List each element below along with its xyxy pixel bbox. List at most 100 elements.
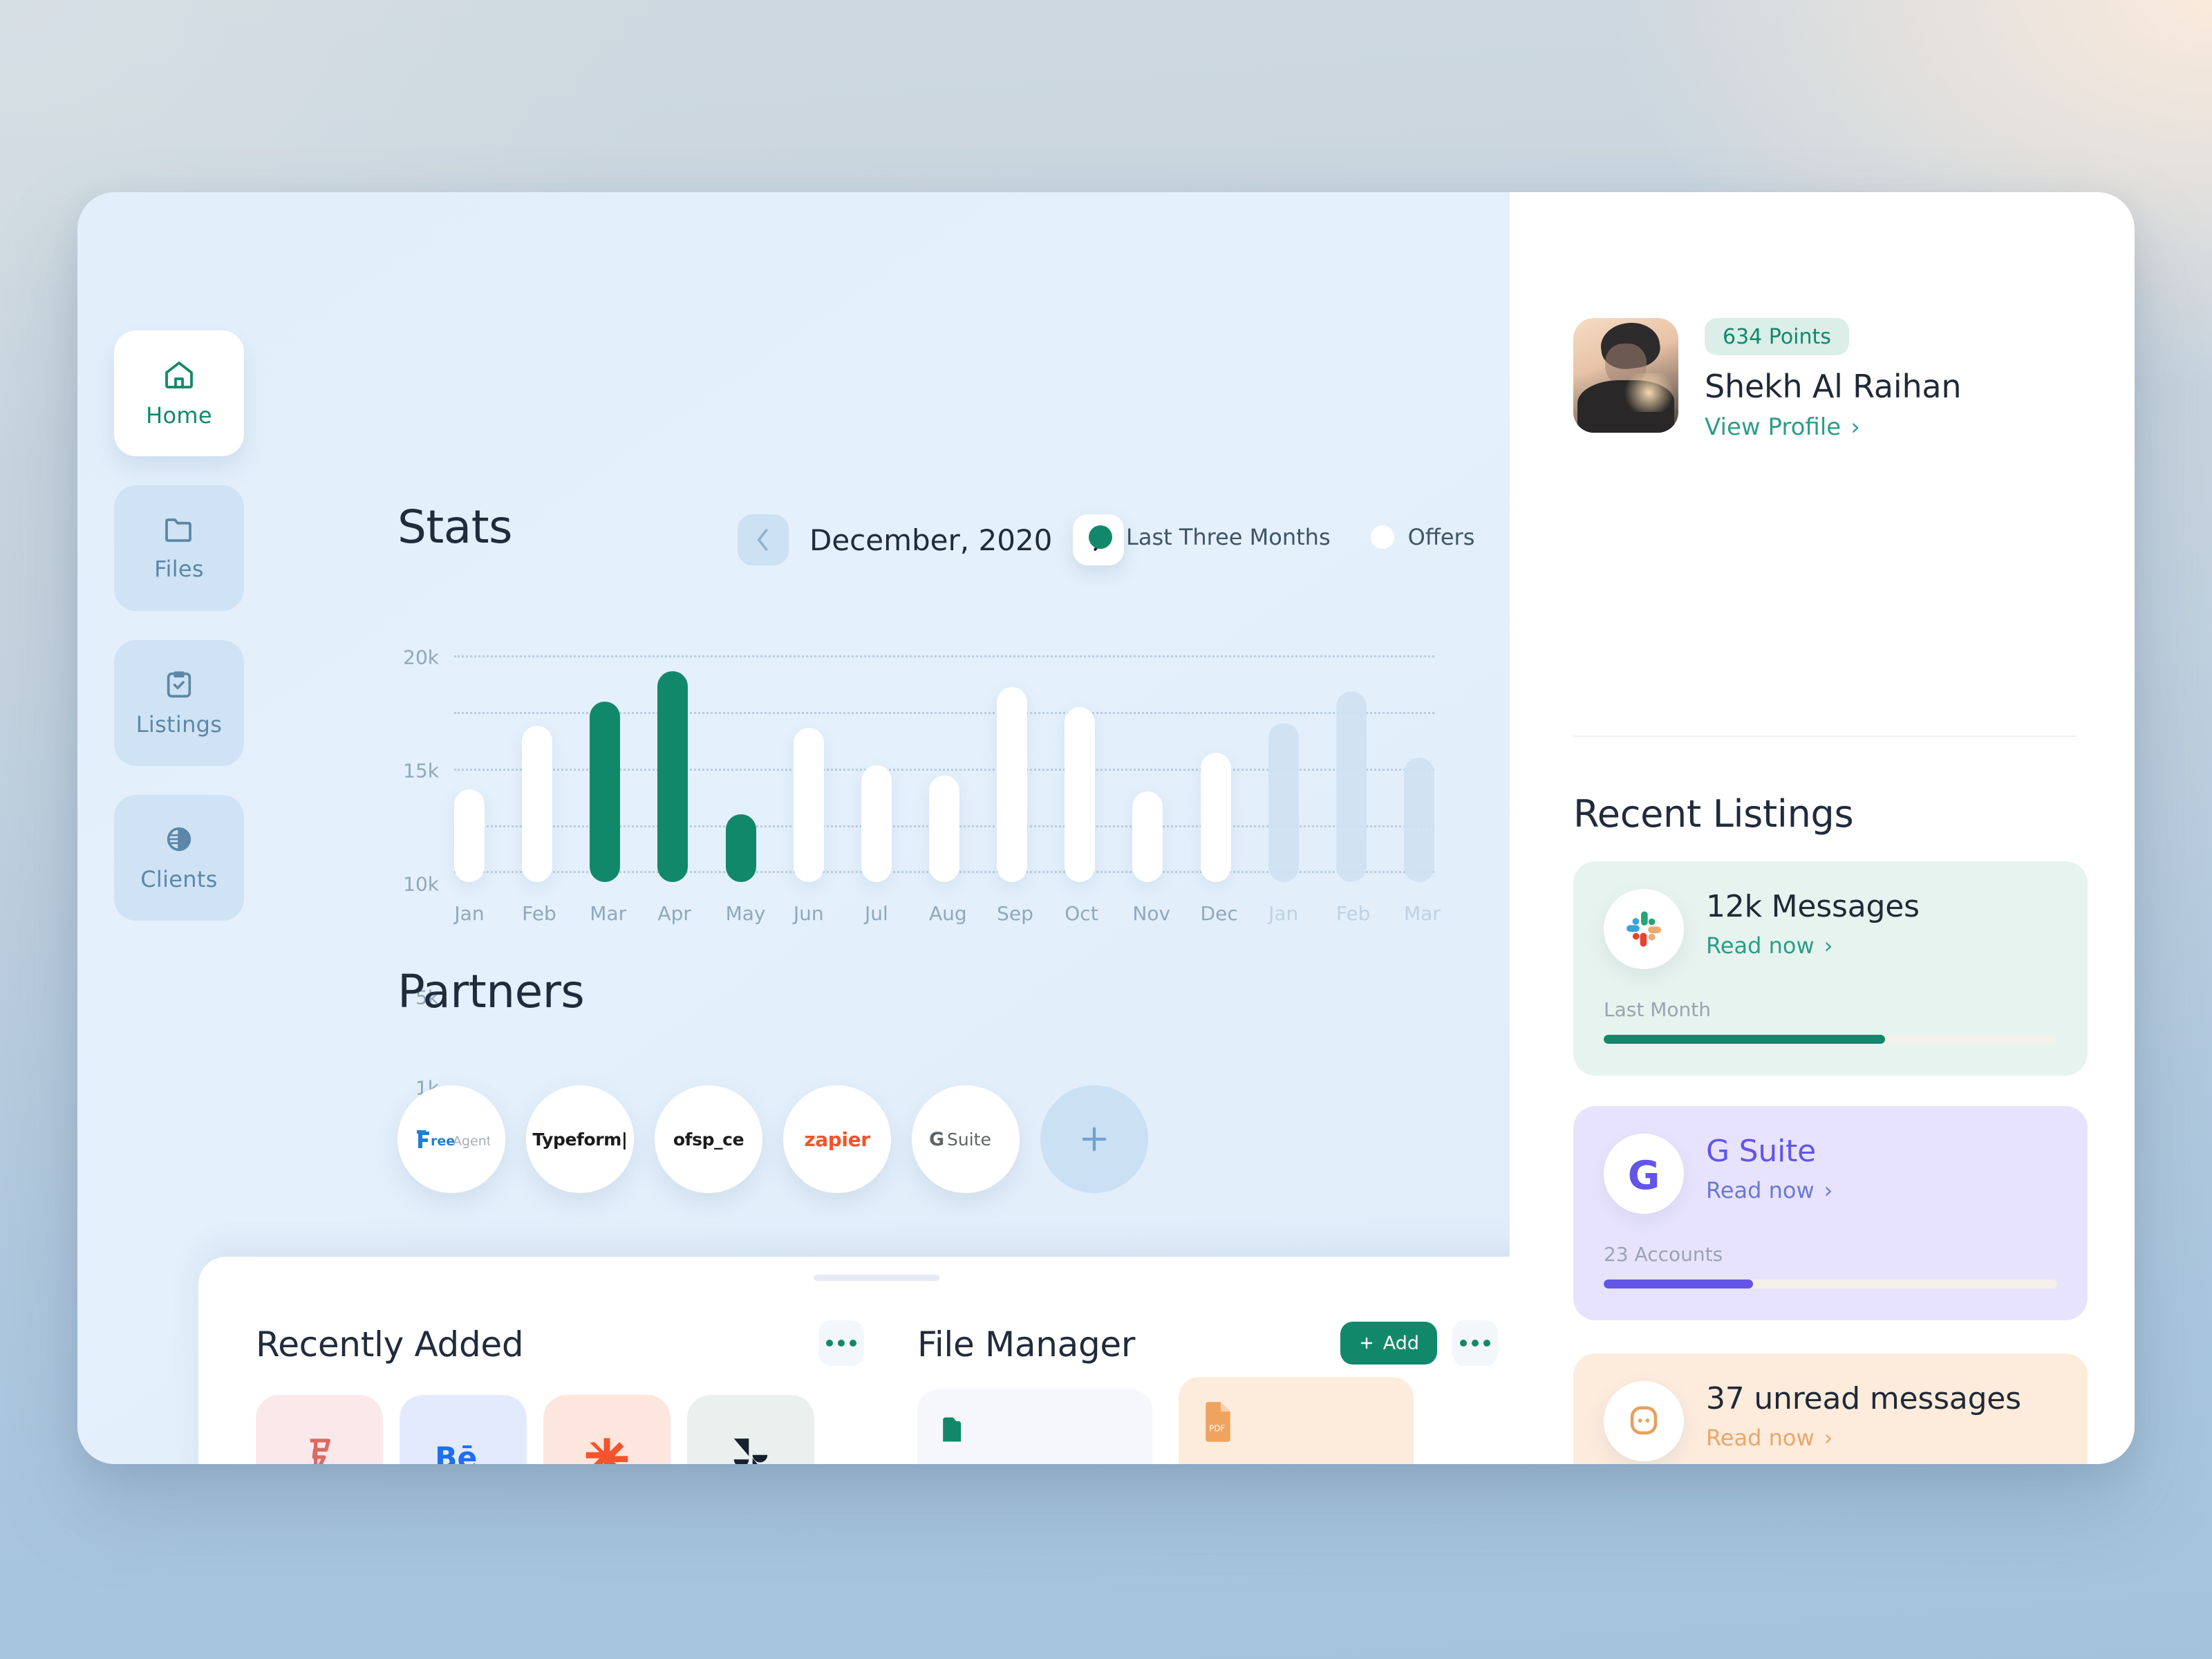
chart-y-tick-label: 15k bbox=[403, 759, 439, 782]
partner-ofspace[interactable]: ofsp_ce bbox=[655, 1085, 762, 1193]
chart-bar[interactable] bbox=[1065, 707, 1096, 882]
chart-bar[interactable] bbox=[997, 686, 1028, 882]
legend-item-offers[interactable]: Offers bbox=[1370, 524, 1474, 550]
chart-bar[interactable] bbox=[928, 775, 959, 882]
asterisk-icon bbox=[585, 1438, 628, 1464]
section-divider bbox=[1573, 735, 2077, 737]
chart-bar[interactable] bbox=[1335, 691, 1367, 882]
listing-icon-badge bbox=[1604, 1381, 1684, 1461]
chart-bar-column[interactable] bbox=[725, 814, 756, 882]
listing-read-now-link[interactable]: Read now › bbox=[1706, 1425, 2021, 1451]
chart-bar-column[interactable] bbox=[793, 727, 824, 882]
listing-link-label: Read now bbox=[1706, 1425, 1815, 1451]
listing-title: 37 unread messages bbox=[1706, 1381, 2021, 1416]
sidebar-item-clients[interactable]: Clients bbox=[114, 795, 244, 921]
add-partner-button[interactable] bbox=[1040, 1085, 1148, 1193]
listing-icon-badge: G bbox=[1604, 1134, 1684, 1214]
listing-read-now-link[interactable]: Read now › bbox=[1706, 932, 1920, 959]
recent-listing-card[interactable]: 37 unread messages Read now › Read now bbox=[1573, 1353, 2088, 1464]
sidebar-item-listings[interactable]: Listings bbox=[114, 640, 244, 766]
listing-progress-fill bbox=[1604, 1280, 1754, 1288]
prev-month-button[interactable] bbox=[738, 514, 789, 565]
listing-text: 12k Messages Read now › bbox=[1706, 889, 1920, 959]
stats-header: Stats December, 2020 Last Three Months O… bbox=[397, 500, 1474, 575]
recently-added-tile[interactable] bbox=[543, 1395, 671, 1464]
chart-y-tick-label: 20k bbox=[403, 646, 439, 669]
profile-name: Shekh Al Raihan bbox=[1705, 368, 1962, 405]
more-dot-icon bbox=[1472, 1340, 1479, 1347]
partner-freeagent[interactable]: ree Agent bbox=[397, 1085, 505, 1193]
chart-bar[interactable] bbox=[590, 702, 621, 882]
chart-bar[interactable] bbox=[1268, 723, 1299, 882]
recent-listing-card[interactable]: G G Suite Read now › 23 Accounts bbox=[1573, 1106, 2088, 1320]
chart-bar-column[interactable] bbox=[1200, 753, 1231, 882]
chart-bar-column[interactable] bbox=[1403, 757, 1434, 882]
chart-bar-column[interactable] bbox=[1335, 691, 1367, 882]
chart-bar[interactable] bbox=[1200, 753, 1231, 882]
file-manager-more-button[interactable] bbox=[1452, 1320, 1498, 1366]
partner-typeform[interactable]: Typeform| bbox=[526, 1085, 634, 1193]
sidebar-item-home[interactable]: Home bbox=[114, 330, 244, 456]
chart-bar[interactable] bbox=[1403, 757, 1434, 882]
legend-item-last-three-months[interactable]: Last Three Months bbox=[1089, 524, 1331, 550]
chart-bar[interactable] bbox=[454, 789, 485, 882]
file-manager-header: File Manager Add bbox=[917, 1320, 1498, 1369]
chart-bar[interactable] bbox=[861, 765, 892, 882]
sidebar-item-label: Clients bbox=[140, 866, 218, 892]
legend-dot-icon bbox=[1370, 525, 1394, 549]
add-file-label: Add bbox=[1382, 1332, 1419, 1354]
chart-bar-column[interactable] bbox=[928, 775, 959, 882]
google-g-icon: G bbox=[1628, 1153, 1660, 1195]
plus-icon bbox=[1082, 1127, 1107, 1152]
chart-bar-column[interactable] bbox=[657, 671, 688, 882]
chart-y-tick-label: 10k bbox=[403, 872, 439, 896]
chart-bar-column[interactable] bbox=[454, 789, 485, 882]
recently-added-tile[interactable] bbox=[256, 1395, 383, 1464]
chevron-right-icon: › bbox=[1824, 932, 1833, 959]
date-navigator: December, 2020 bbox=[738, 514, 1125, 565]
recently-added-tile[interactable] bbox=[687, 1395, 814, 1464]
chart-bar[interactable] bbox=[725, 814, 756, 882]
view-profile-link[interactable]: View Profile › bbox=[1705, 413, 1961, 441]
recently-added-more-button[interactable] bbox=[818, 1320, 864, 1366]
partner-zapier[interactable]: zapier bbox=[783, 1085, 891, 1193]
legend-label: Last Three Months bbox=[1126, 524, 1331, 550]
chart-bar-column[interactable] bbox=[1065, 707, 1096, 882]
chart-bar-column[interactable] bbox=[590, 702, 621, 882]
chart-bar-column[interactable] bbox=[861, 765, 892, 882]
chart-bar[interactable] bbox=[522, 725, 553, 882]
listing-read-now-link[interactable]: Read now › bbox=[1706, 1177, 1833, 1203]
file-card[interactable]: My Foldercreated Jun 23, 2019 bbox=[917, 1389, 1152, 1464]
page-title: Stats bbox=[397, 500, 512, 554]
chevron-right-icon: › bbox=[1824, 1177, 1833, 1203]
partners-title: Partners bbox=[397, 965, 585, 1018]
sidebar-nav: Home Files Listings Clients bbox=[114, 330, 244, 950]
freeagent-logo-icon: ree Agent bbox=[417, 1130, 490, 1149]
right-sidebar-pane: 634 Points Shekh Al Raihan View Profile … bbox=[1510, 192, 2135, 1464]
profile-info: 634 Points Shekh Al Raihan View Profile … bbox=[1705, 318, 1962, 441]
chart-bar[interactable] bbox=[657, 671, 688, 882]
drawer-drag-handle[interactable] bbox=[814, 1275, 939, 1281]
chart-x-tick-label: Jan bbox=[1268, 902, 1299, 925]
chart-bar-column[interactable] bbox=[1268, 723, 1299, 882]
chart-bar[interactable] bbox=[793, 727, 824, 882]
recent-listing-card[interactable]: 12k Messages Read now › Last Month bbox=[1573, 861, 2088, 1076]
listing-link-label: Read now bbox=[1706, 932, 1815, 959]
file-type-icon: PDF bbox=[1201, 1400, 1391, 1446]
svg-text:G: G bbox=[929, 1129, 944, 1150]
bottom-drawer-panel: Recently Added BēBē File Manager Add bbox=[198, 1257, 1555, 1464]
partner-gsuite[interactable]: G Suite bbox=[912, 1085, 1020, 1193]
file-card[interactable]: PDFHouse Aggreement Paper.pdfcreated Jun… bbox=[1179, 1377, 1414, 1464]
svg-text:ree: ree bbox=[431, 1134, 455, 1149]
recently-added-tile[interactable]: Bē bbox=[400, 1395, 527, 1464]
pie-chart-icon bbox=[163, 823, 195, 855]
chart-bar[interactable] bbox=[1132, 791, 1163, 882]
listing-subtitle: Last Month bbox=[1604, 998, 1711, 1021]
chart-bar-column[interactable] bbox=[997, 686, 1028, 882]
chart-bar-column[interactable] bbox=[1132, 791, 1163, 882]
add-file-button[interactable]: Add bbox=[1340, 1322, 1437, 1365]
chart-x-tick-label: Feb bbox=[1335, 902, 1371, 925]
chart-bar-column[interactable] bbox=[522, 725, 553, 882]
sidebar-item-files[interactable]: Files bbox=[114, 485, 244, 611]
points-badge: 634 Points bbox=[1705, 318, 1849, 355]
